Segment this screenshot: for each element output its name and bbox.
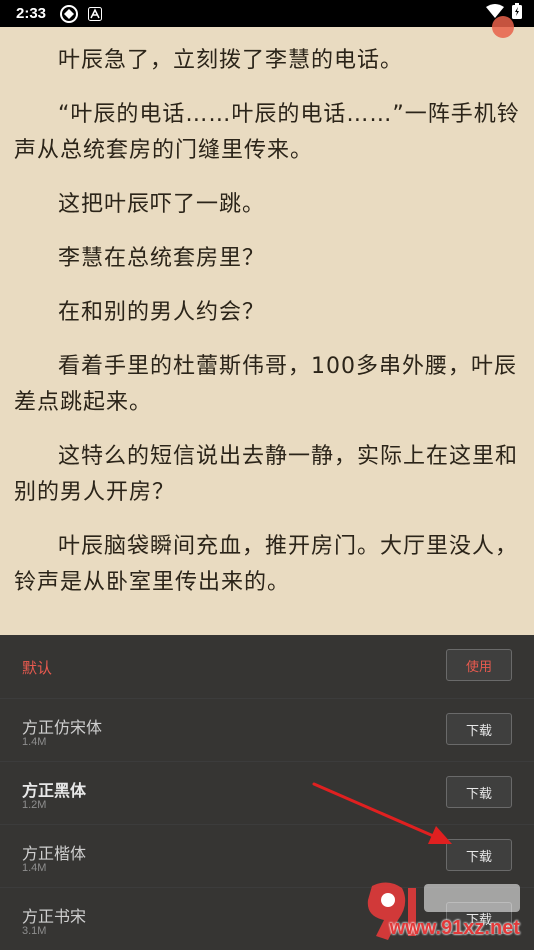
- font-size: 1.2M: [22, 799, 47, 811]
- paragraph: 叶辰急了，立刻拨了李慧的电话。: [58, 48, 404, 73]
- paragraph: “叶辰的电话……叶辰的电话……”一阵手机铃声从总统套房的门缝里传来。: [14, 102, 520, 163]
- accessibility-icon: [88, 6, 103, 21]
- download-button[interactable]: 下载: [446, 839, 512, 871]
- paragraph: 在和别的男人约会？: [58, 300, 266, 325]
- site-watermark: www.91xz.net: [358, 876, 528, 946]
- paragraph: 这特么的短信说出去静一静，实际上在这里和别的男人开房？: [14, 444, 519, 505]
- paragraph: 看着手里的杜蕾斯伟哥，100多串外腰，叶辰差点跳起来。: [14, 354, 517, 415]
- font-name: 方正楷体: [22, 844, 87, 863]
- status-time: 2:33: [16, 5, 47, 22]
- font-row[interactable]: 方正仿宋体 1.4M 下载: [0, 698, 534, 761]
- default-font-label: 默认: [22, 659, 53, 677]
- font-name: 方正书宋: [22, 907, 87, 926]
- reading-content[interactable]: 叶辰急了，立刻拨了李慧的电话。 “叶辰的电话……叶辰的电话……”一阵手机铃声从总…: [14, 27, 524, 619]
- download-button[interactable]: 下载: [446, 776, 512, 808]
- paragraph: 李慧在总统套房里？: [58, 246, 266, 271]
- font-row-default[interactable]: 默认 使用: [0, 635, 534, 698]
- use-button[interactable]: 使用: [446, 649, 512, 681]
- floating-badge-icon[interactable]: [492, 16, 514, 38]
- paragraph: 这把叶辰吓了一跳。: [58, 192, 266, 217]
- font-size: 1.4M: [22, 862, 47, 874]
- status-bar: 2:33: [0, 0, 534, 27]
- font-row[interactable]: 方正黑体 1.2M 下载: [0, 761, 534, 824]
- vpn-icon: [60, 4, 79, 23]
- paragraph: 叶辰脑袋瞬间充血，推开房门。大厅里没人，铃声是从卧室里传出来的。: [14, 534, 519, 595]
- battery-icon: [512, 3, 522, 24]
- watermark-text: www.91xz.net: [389, 917, 520, 939]
- download-button[interactable]: 下载: [446, 713, 512, 745]
- font-size: 3.1M: [22, 925, 47, 937]
- font-size: 1.4M: [22, 736, 47, 748]
- font-name: 方正黑体: [22, 781, 87, 800]
- font-name: 方正仿宋体: [22, 718, 103, 737]
